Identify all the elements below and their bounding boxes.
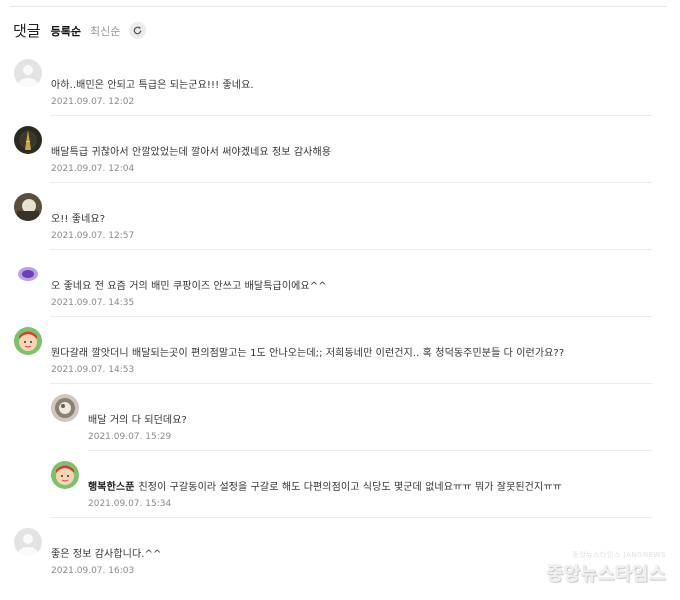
cartoon-face-avatar[interactable] xyxy=(51,461,79,489)
reply-date: 2021.09.07. 15:29 xyxy=(88,432,172,442)
reply-author[interactable]: 행복한스푼 xyxy=(88,482,135,493)
comment-text: 좋은 정보 감사합니다.^^ xyxy=(51,549,162,560)
default-avatar[interactable] xyxy=(14,528,42,556)
sort-registered-tab[interactable]: 등록순 xyxy=(51,23,81,39)
watermark-small: 중앙뉴스타임스 JANGNEWS xyxy=(572,551,666,559)
cartoon-face-avatar[interactable] xyxy=(14,327,42,355)
comment-date: 2021.09.07. 12:04 xyxy=(51,164,135,174)
comment-divider xyxy=(50,517,652,518)
comment-header: 댓글 등록순 최신순 xyxy=(13,20,147,41)
comment-date: 2021.09.07. 14:53 xyxy=(51,365,135,375)
watermark-logo: 중앙뉴스타임스 xyxy=(546,564,666,585)
sort-newest-tab[interactable]: 최신순 xyxy=(90,23,120,39)
reply-text: 배달 거의 다 되던데요? xyxy=(88,415,187,426)
comment-title: 댓글 xyxy=(13,22,41,40)
reply-body: 친정이 구갈동이라 설정을 구갈로 해도 다편의점이고 식당도 몇군데 없네요ㅠ… xyxy=(138,482,562,493)
comment-date: 2021.09.07. 14:35 xyxy=(51,298,135,308)
watermark: 중앙뉴스타임스 JANGNEWS 중앙뉴스타임스 xyxy=(547,550,666,586)
reply-text: 행복한스푼 친정이 구갈동이라 설정을 구갈로 해도 다편의점이고 식당도 몇군데… xyxy=(88,478,562,493)
reply-divider xyxy=(88,450,652,451)
comment-divider xyxy=(50,383,652,384)
comment-text: 오!! 좋네요? xyxy=(51,214,106,225)
purple-blob-avatar[interactable] xyxy=(14,260,42,288)
comment-text: 아하..배민은 안되고 특급은 되는군요!!! 좋네요. xyxy=(51,80,254,91)
comment-text: 배달특급 귀찮아서 안깔았었는데 깔아서 써야겠네요 정보 감사해용 xyxy=(51,147,332,158)
refresh-icon xyxy=(134,26,142,35)
comment-divider xyxy=(50,182,652,183)
default-avatar[interactable] xyxy=(14,59,42,87)
comment-text: 오 좋네요 전 요즘 거의 배민 쿠팡이즈 안쓰고 배달특급이에요^^ xyxy=(51,281,327,292)
photo-avatar[interactable] xyxy=(14,193,42,221)
comment-divider xyxy=(50,316,652,317)
photo-avatar-2[interactable] xyxy=(51,394,79,422)
comment-date: 2021.09.07. 16:03 xyxy=(51,566,135,576)
comment-date: 2021.09.07. 12:57 xyxy=(51,231,135,241)
refresh-button[interactable] xyxy=(129,22,147,39)
top-divider xyxy=(10,6,667,7)
comment-text: 뭔다갈래 깔앗더니 배달되는곳이 편의점말고는 1도 안나오는데;; 저희동네만… xyxy=(51,348,565,359)
tower-night-avatar[interactable] xyxy=(14,126,42,154)
comment-divider xyxy=(50,249,652,250)
comment-divider xyxy=(50,115,652,116)
comment-date: 2021.09.07. 12:02 xyxy=(51,97,135,107)
reply-date: 2021.09.07. 15:34 xyxy=(88,499,172,509)
